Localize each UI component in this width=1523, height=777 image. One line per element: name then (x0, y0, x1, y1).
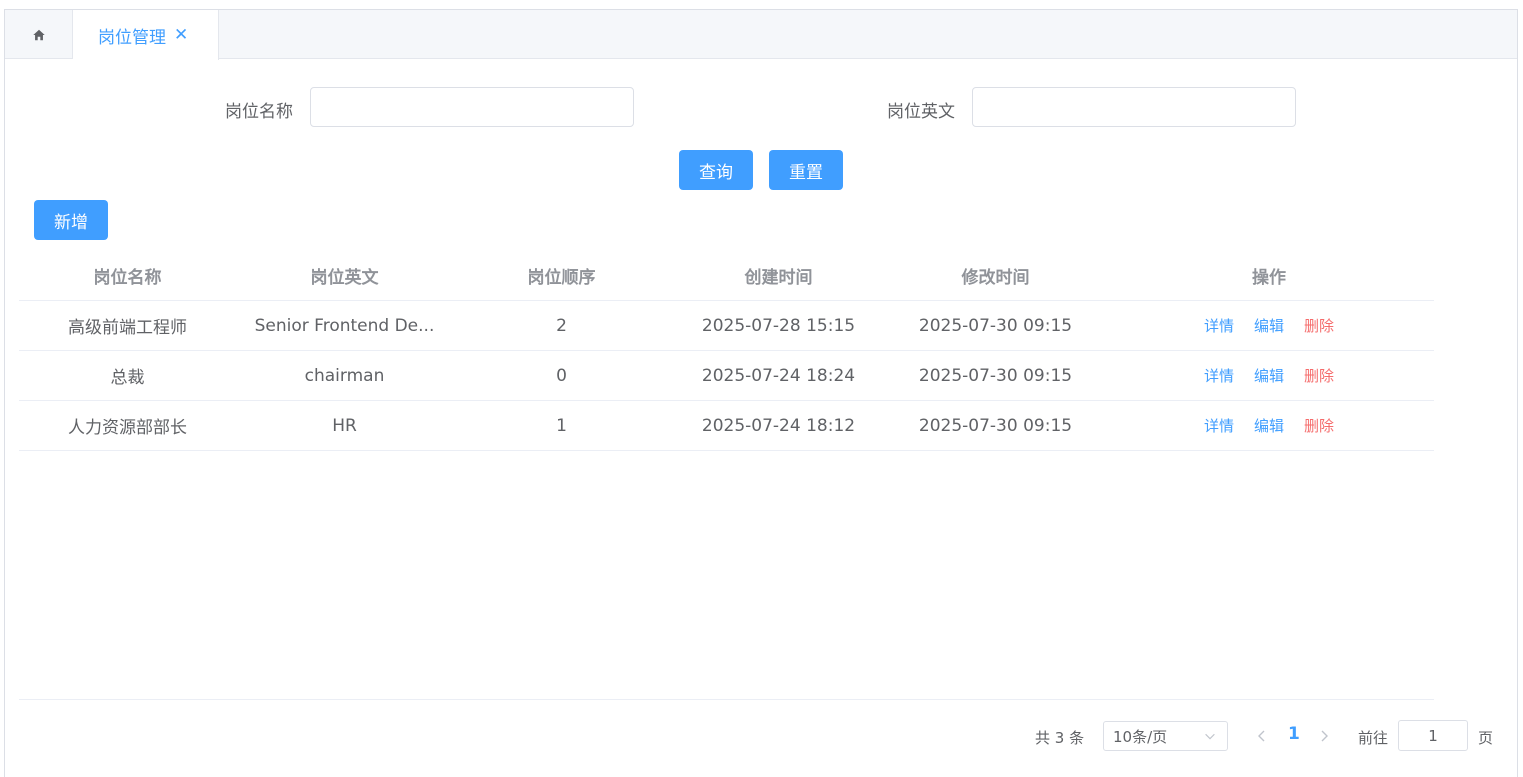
page-unit-label: 页 (1478, 729, 1494, 747)
cell-position-order: 2 (556, 315, 567, 336)
delete-link[interactable]: 删除 (1304, 315, 1334, 336)
cell-position-order: 1 (556, 415, 567, 436)
cell-created-time: 2025-07-24 18:12 (701, 415, 856, 436)
close-icon[interactable]: ✕ (174, 26, 188, 44)
tab-bar: 岗位管理 ✕ (5, 10, 1517, 60)
header-modified-time: 修改时间 (961, 268, 1030, 288)
reset-button[interactable]: 重置 (769, 150, 843, 190)
header-position-name: 岗位名称 (93, 268, 162, 288)
table-row: 人力资源部部长 HR 1 2025-07-24 18:12 2025-07-30… (19, 401, 1434, 451)
page-number-1[interactable]: 1 (1288, 724, 1300, 744)
position-name-label: 岗位名称 (225, 102, 293, 122)
query-button[interactable]: 查询 (679, 150, 753, 190)
home-icon (32, 29, 45, 40)
cell-position-name: 高级前端工程师 (68, 318, 187, 338)
cell-position-name: 总裁 (110, 368, 145, 388)
table-header: 岗位名称 岗位英文 岗位顺序 创建时间 修改时间 操作 (19, 251, 1434, 301)
edit-link[interactable]: 编辑 (1254, 315, 1284, 336)
detail-link[interactable]: 详情 (1204, 315, 1234, 336)
tab-position-management[interactable]: 岗位管理 ✕ (73, 10, 219, 60)
goto-label: 前往 (1358, 729, 1389, 747)
edit-link[interactable]: 编辑 (1254, 415, 1284, 436)
header-created-time: 创建时间 (744, 268, 813, 288)
position-english-label: 岗位英文 (887, 102, 955, 122)
position-english-input[interactable] (972, 87, 1296, 127)
position-name-input[interactable] (310, 87, 634, 127)
cell-position-english: Senior Frontend De... (254, 315, 435, 336)
page-size-select[interactable]: 10条/页 (1103, 721, 1228, 751)
goto-page-input[interactable] (1398, 720, 1468, 751)
cell-created-time: 2025-07-24 18:24 (701, 365, 856, 386)
cell-modified-time: 2025-07-30 09:15 (918, 365, 1073, 386)
prev-page-icon[interactable] (1254, 728, 1270, 744)
cell-operations: 详情 编辑 删除 (1104, 415, 1434, 436)
pagination-total: 共 3 条 (1035, 729, 1085, 747)
header-position-english: 岗位英文 (310, 268, 379, 288)
detail-link[interactable]: 详情 (1204, 415, 1234, 436)
cell-operations: 详情 编辑 删除 (1104, 315, 1434, 336)
positions-table: 岗位名称 岗位英文 岗位顺序 创建时间 修改时间 操作 高级前端工程师 Seni… (19, 251, 1434, 451)
delete-link[interactable]: 删除 (1304, 365, 1334, 386)
table-row: 高级前端工程师 Senior Frontend De... 2 2025-07-… (19, 301, 1434, 351)
table-bottom-divider (19, 699, 1434, 700)
chevron-down-icon (1205, 733, 1215, 740)
detail-link[interactable]: 详情 (1204, 365, 1234, 386)
add-button[interactable]: 新增 (34, 200, 108, 240)
cell-modified-time: 2025-07-30 09:15 (918, 315, 1073, 336)
cell-created-time: 2025-07-28 15:15 (701, 315, 856, 336)
tab-home[interactable] (5, 10, 73, 59)
header-operations: 操作 (1252, 268, 1286, 288)
header-position-order: 岗位顺序 (527, 268, 596, 288)
cell-modified-time: 2025-07-30 09:15 (918, 415, 1073, 436)
table-row: 总裁 chairman 0 2025-07-24 18:24 2025-07-3… (19, 351, 1434, 401)
cell-operations: 详情 编辑 删除 (1104, 365, 1434, 386)
edit-link[interactable]: 编辑 (1254, 365, 1284, 386)
cell-position-name: 人力资源部部长 (68, 418, 187, 438)
page-size-value: 10条/页 (1113, 727, 1168, 746)
tab-label: 岗位管理 (98, 27, 166, 48)
cell-position-english: chairman (304, 365, 385, 386)
delete-link[interactable]: 删除 (1304, 415, 1334, 436)
next-page-icon[interactable] (1316, 728, 1332, 744)
cell-position-order: 0 (556, 365, 567, 386)
cell-position-english: HR (332, 415, 357, 436)
